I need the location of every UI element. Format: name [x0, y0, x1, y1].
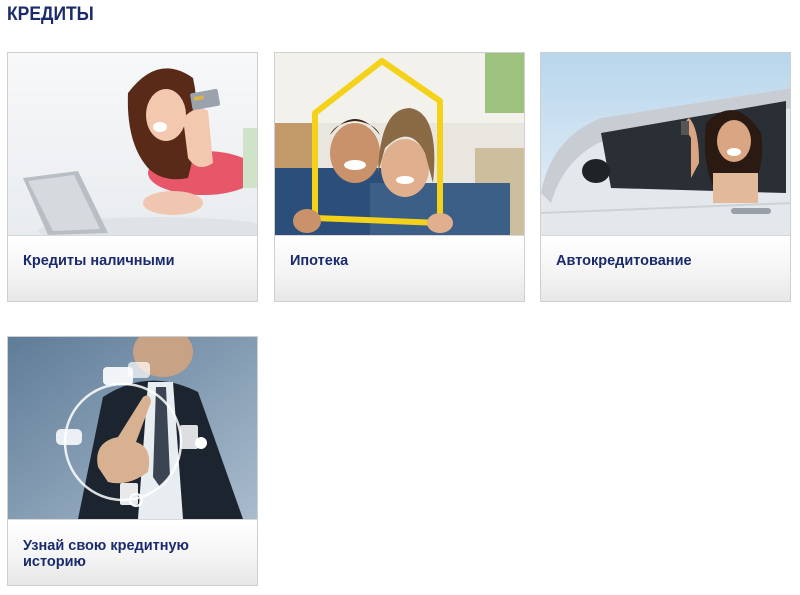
card-mortgage[interactable]: Ипотека: [274, 52, 525, 302]
card-footer: Автокредитование: [541, 235, 790, 301]
card-label[interactable]: Узнай свою кредитную историю: [23, 538, 245, 570]
card-credit-history[interactable]: Узнай свою кредитную историю: [7, 336, 258, 586]
card-footer: Кредиты наличными: [8, 235, 257, 301]
card-car-loans[interactable]: Автокредитование: [540, 52, 791, 302]
card-footer: Ипотека: [275, 235, 524, 301]
card-footer: Узнай свою кредитную историю: [8, 519, 257, 585]
woman-with-laptop-and-card-photo: [8, 53, 257, 235]
card-cash-loans[interactable]: Кредиты наличными: [7, 52, 258, 302]
card-label[interactable]: Автокредитование: [556, 253, 778, 269]
couple-with-house-frame-photo: [275, 53, 524, 235]
card-label[interactable]: Ипотека: [290, 253, 512, 269]
businessman-touch-interface-photo: [8, 337, 257, 519]
page-title: КРЕДИТЫ: [7, 4, 94, 25]
card-label[interactable]: Кредиты наличными: [23, 253, 245, 269]
woman-in-car-with-keys-photo: [541, 53, 790, 235]
